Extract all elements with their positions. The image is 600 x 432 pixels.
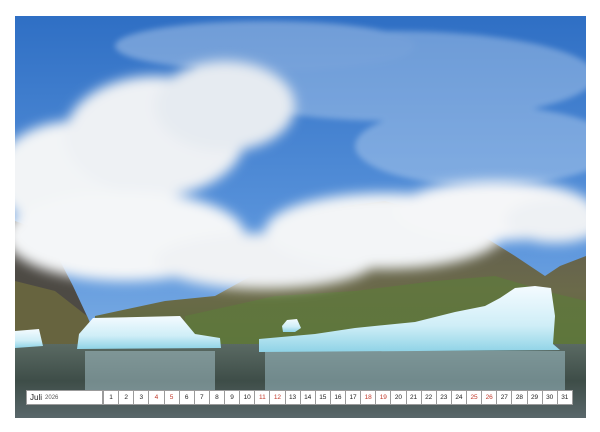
day-cell: 9	[224, 390, 241, 405]
iceberg-left	[15, 329, 43, 348]
day-cell: 10	[239, 390, 256, 405]
day-cell: 31	[556, 390, 573, 405]
day-cell: 19	[375, 390, 392, 405]
day-cell: 4	[148, 390, 165, 405]
day-cell: 27	[496, 390, 513, 405]
day-cell: 3	[133, 390, 150, 405]
day-cell: 11	[254, 390, 271, 405]
month-label-cell: Juli 2026	[26, 390, 103, 405]
day-cell: 22	[420, 390, 437, 405]
day-cell: 6	[178, 390, 195, 405]
day-cell: 5	[163, 390, 180, 405]
day-cell: 25	[466, 390, 483, 405]
day-cell: 28	[511, 390, 528, 405]
day-cell: 21	[405, 390, 422, 405]
day-cell: 30	[541, 390, 558, 405]
day-cell: 29	[526, 390, 543, 405]
greenland-fjord-photo	[15, 16, 586, 418]
day-cell: 1	[103, 390, 120, 405]
day-cell: 23	[435, 390, 452, 405]
calendar-strip: Juli 2026 1 2 3 4 5 6 7 8 9 10 11 12 13 14 15 16 17 18 19 2…	[26, 390, 573, 405]
day-cell: 12	[269, 390, 286, 405]
day-cell: 7	[193, 390, 210, 405]
day-cell: 16	[329, 390, 346, 405]
day-cell: 8	[208, 390, 225, 405]
day-cell: 2	[118, 390, 135, 405]
month-name: Juli	[30, 393, 43, 402]
month-year: 2026	[45, 394, 59, 401]
day-cell: 24	[450, 390, 467, 405]
calendar-photo	[15, 16, 586, 418]
day-cell: 20	[390, 390, 407, 405]
day-cell: 13	[284, 390, 301, 405]
day-cell: 26	[481, 390, 498, 405]
day-cell: 18	[360, 390, 377, 405]
day-cell: 15	[314, 390, 331, 405]
day-cell: 17	[345, 390, 362, 405]
day-cells: 1 2 3 4 5 6 7 8 9 10 11 12 13 14 15 16 17 18 19 20 21 22 23 24 2…	[103, 390, 573, 405]
day-cell: 14	[299, 390, 316, 405]
